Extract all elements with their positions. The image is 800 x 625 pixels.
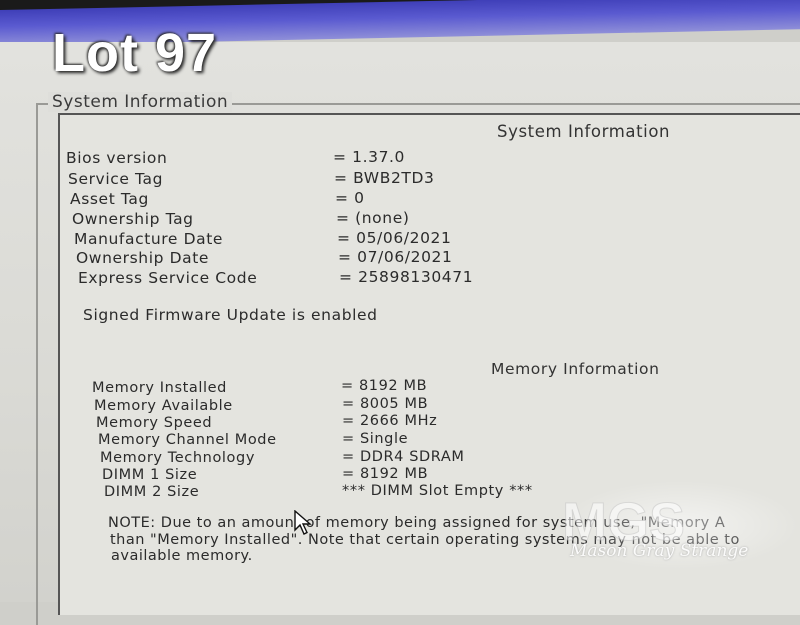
row-value: = DDR4 SDRAM — [342, 449, 465, 465]
row-value: = 25898130471 — [339, 268, 474, 286]
row-value: = (none) — [336, 209, 410, 227]
row-label: Memory Speed — [96, 415, 213, 431]
row-label: Memory Installed — [92, 380, 227, 396]
row-label: Bios version — [66, 149, 168, 167]
row-label: Memory Channel Mode — [98, 432, 277, 448]
firmware-status: Signed Firmware Update is enabled — [83, 306, 378, 324]
row-value: = 05/06/2021 — [337, 229, 452, 247]
row-label: Ownership Date — [76, 249, 210, 267]
row-label: DIMM 2 Size — [104, 484, 200, 500]
row-label: Manufacture Date — [74, 230, 224, 248]
row-label: Service Tag — [68, 170, 164, 188]
row-value: *** DIMM Slot Empty *** — [342, 483, 533, 499]
row-label: Ownership Tag — [72, 210, 194, 228]
row-value: = Single — [342, 431, 409, 447]
row-label: DIMM 1 Size — [102, 467, 198, 483]
row-value: = 2666 MHz — [342, 413, 438, 429]
lot-label: Lot 97 — [52, 23, 218, 83]
system-info-header: System Information — [497, 122, 671, 141]
memory-note-line: available memory. — [111, 548, 253, 564]
row-value: = 8005 MB — [342, 396, 429, 412]
row-label: Asset Tag — [70, 190, 149, 208]
row-value: = BWB2TD3 — [334, 169, 435, 187]
row-value: = 07/06/2021 — [338, 248, 453, 266]
row-value: = 0 — [335, 189, 365, 207]
watermark-name: Mason Gray Strange — [570, 541, 749, 561]
row-label: Memory Available — [94, 398, 233, 414]
row-value: = 8192 MB — [342, 466, 429, 482]
row-label: Memory Technology — [100, 450, 256, 466]
row-label: Express Service Code — [78, 269, 258, 287]
row-value: = 8192 MB — [341, 378, 428, 394]
memory-info-header: Memory Information — [491, 360, 660, 378]
row-value: = 1.37.0 — [333, 148, 406, 166]
